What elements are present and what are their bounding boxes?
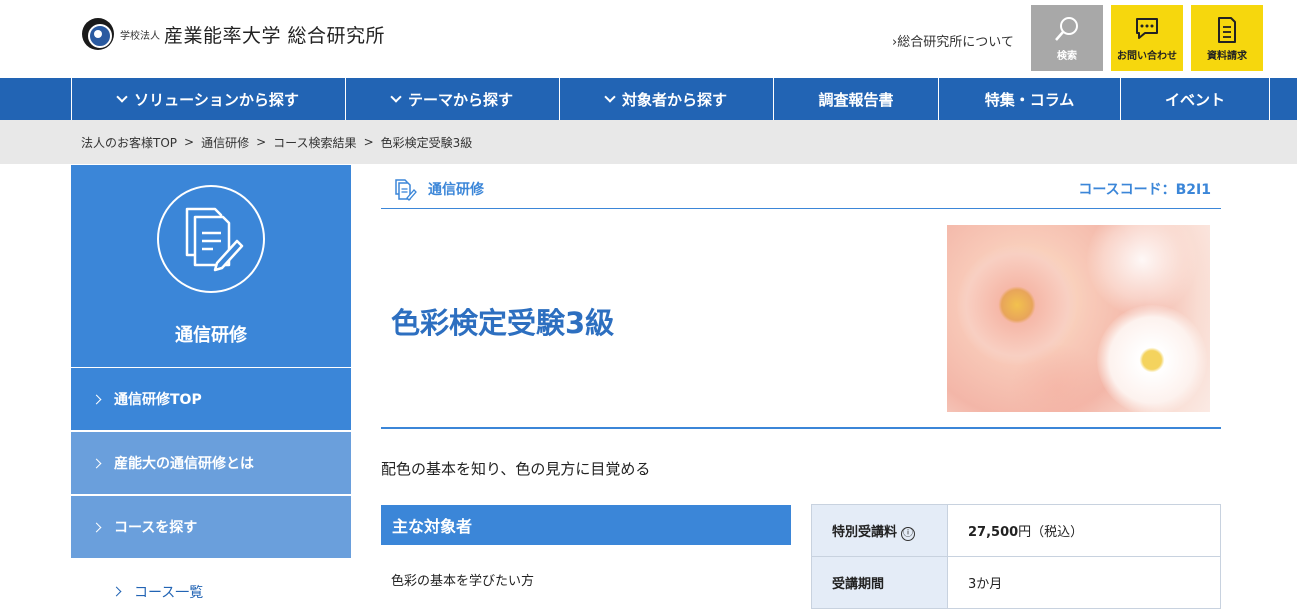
nav-solutions[interactable]: ソリューションから探す [71, 78, 345, 120]
breadcrumb-item[interactable]: 通信研修 [201, 134, 249, 151]
sidebar-item-label: コースを探す [114, 520, 198, 536]
period-label-cell: 受講期間 [811, 556, 948, 609]
course-category: 通信研修 [428, 182, 484, 198]
sidebar-item-label: コース一覧 [134, 584, 204, 601]
sidebar-header: 通信研修 [71, 165, 351, 367]
target-heading: 主な対象者 [381, 505, 791, 545]
breadcrumb-separator: > [256, 135, 267, 149]
sidebar-title: 通信研修 [175, 325, 247, 346]
sidebar-item-course-list[interactable]: コース一覧 [71, 560, 351, 610]
course-title: 色彩検定受験3級 [391, 306, 615, 340]
sidebar-item-search[interactable]: コースを探す [71, 495, 351, 558]
section-divider [381, 427, 1221, 429]
logo-small-text: 学校法人 [120, 30, 160, 42]
about-link-label: 総合研究所について [897, 35, 1014, 50]
table-row: 受講期間 3か月 [811, 556, 1221, 609]
nav-solutions-label: ソリューションから探す [134, 90, 299, 109]
breadcrumb: 法人のお客様TOP > 通信研修 > コース検索結果 > 色彩検定受験3級 [0, 120, 1297, 164]
chevron-right-icon [91, 394, 102, 404]
table-row: 特別受講料 ⓘ 27,500円（税込） [811, 504, 1221, 557]
contact-button[interactable]: お問い合わせ [1111, 5, 1183, 71]
search-icon [1055, 17, 1078, 41]
nav-events[interactable]: イベント [1120, 78, 1270, 120]
period-label: 受講期間 [832, 577, 885, 592]
chevron-right-icon [111, 586, 122, 597]
search-button-label: 検索 [1057, 51, 1077, 62]
nav-audience-label: 対象者から探す [621, 90, 727, 109]
info-icon[interactable]: ⓘ [901, 526, 916, 541]
course-code: コースコード：B2I1 [1078, 182, 1211, 198]
sidebar-emblem [157, 185, 265, 293]
sidebar-item-top[interactable]: 通信研修TOP [71, 367, 351, 430]
breadcrumb-item[interactable]: コース検索結果 [273, 134, 356, 151]
contact-button-label: お問い合わせ [1117, 51, 1177, 62]
breadcrumb-separator: > [363, 135, 374, 149]
nav-themes-label: テーマから探す [407, 90, 513, 109]
course-category-row: 通信研修 コースコード：B2I1 [381, 165, 1221, 209]
global-nav: ソリューションから探す テーマから探す 対象者から探す 調査報告書 特集・コラム… [0, 78, 1297, 120]
chevron-down-icon [604, 90, 616, 103]
course-info-table: 特別受講料 ⓘ 27,500円（税込） 受講期間 3か月 [811, 504, 1221, 609]
period-value-cell: 3か月 [947, 556, 1221, 609]
search-button[interactable]: 検索 [1031, 5, 1103, 71]
course-hero-image [947, 225, 1210, 412]
about-link[interactable]: ›総合研究所について [892, 31, 1014, 50]
correspondence-doc-icon [185, 207, 244, 272]
fee-label-cell: 特別受講料 ⓘ [811, 504, 948, 557]
sidebar-item-label: 通信研修TOP [114, 392, 202, 408]
chevron-down-icon [116, 90, 128, 103]
site-header: 学校法人 産業能率大学 総合研究所 ›総合研究所について 検索 お問い合わせ 資… [0, 0, 1297, 78]
chevron-right-icon [91, 458, 102, 468]
chevron-down-icon [390, 90, 402, 103]
nav-features-label: 特集・コラム [984, 90, 1075, 109]
site-logo[interactable]: 学校法人 産業能率大学 総合研究所 [82, 18, 385, 50]
period-value: 3か月 [968, 577, 1003, 592]
fee-value: 27,500 [968, 525, 1019, 540]
nav-reports-label: 調査報告書 [818, 90, 894, 109]
course-lead: 配色の基本を知り、色の見方に目覚める [381, 460, 651, 478]
request-docs-button-label: 資料請求 [1207, 51, 1247, 62]
breadcrumb-item[interactable]: 法人のお客様TOP [81, 134, 177, 151]
nav-features[interactable]: 特集・コラム [938, 78, 1120, 120]
breadcrumb-current: 色彩検定受験3級 [380, 135, 473, 150]
nav-audience[interactable]: 対象者から探す [559, 78, 773, 120]
nav-themes[interactable]: テーマから探す [345, 78, 559, 120]
logo-main-text: 産業能率大学 総合研究所 [164, 24, 386, 47]
logo-emblem-icon [82, 18, 114, 50]
fee-unit: 円（税込） [1018, 525, 1084, 540]
fee-value-cell: 27,500円（税込） [947, 504, 1221, 557]
chat-icon [1136, 18, 1158, 39]
sidebar-item-about[interactable]: 産能大の通信研修とは [71, 431, 351, 494]
document-icon [1218, 17, 1236, 43]
fee-label: 特別受講料 [832, 524, 898, 540]
correspondence-icon [395, 179, 417, 201]
nav-events-label: イベント [1164, 90, 1225, 109]
request-docs-button[interactable]: 資料請求 [1191, 5, 1263, 71]
chevron-right-icon [91, 522, 102, 532]
target-text: 色彩の基本を学びたい方 [391, 574, 535, 589]
breadcrumb-separator: > [184, 135, 195, 149]
sidebar-item-label: 産能大の通信研修とは [114, 456, 254, 472]
nav-reports[interactable]: 調査報告書 [773, 78, 938, 120]
